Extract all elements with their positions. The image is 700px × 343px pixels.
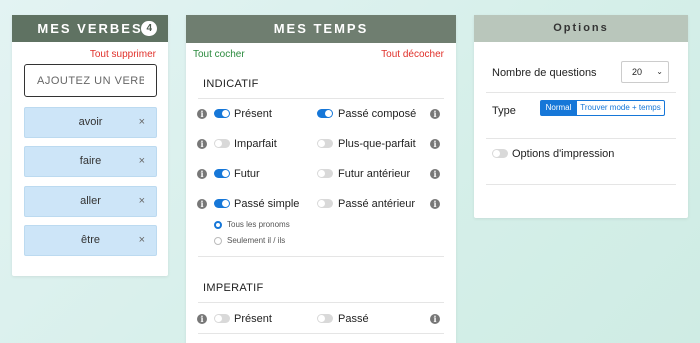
info-icon[interactable]: i	[430, 314, 440, 324]
info-icon[interactable]: i	[430, 139, 440, 149]
verb-label: avoir	[78, 116, 103, 128]
tense-label: Passé	[338, 313, 369, 325]
indicatif-section-title: INDICATIF	[203, 78, 259, 90]
divider	[486, 92, 676, 93]
remove-verb-icon[interactable]: ×	[139, 187, 145, 216]
info-icon[interactable]: i	[430, 199, 440, 209]
chevron-down-icon: ⌄	[656, 67, 663, 76]
imperatif-section-title: IMPERATIF	[203, 282, 264, 294]
info-icon[interactable]: i	[197, 199, 207, 209]
type-normal-button[interactable]: Normal	[540, 100, 577, 116]
radio-label: Seulement il / ils	[227, 236, 286, 245]
verb-count-badge: 4	[141, 21, 157, 36]
toggle-imperatif-passe[interactable]	[317, 314, 333, 323]
remove-verb-icon[interactable]: ×	[139, 147, 145, 176]
verb-label: aller	[80, 195, 101, 207]
type-label: Type	[492, 105, 516, 117]
verbs-header: MES VERBES 4	[12, 15, 168, 42]
verbs-title: MES VERBES	[37, 21, 143, 36]
info-icon[interactable]: i	[197, 169, 207, 179]
options-header: Options	[474, 15, 688, 42]
toggle-passe-anterieur[interactable]	[317, 199, 333, 208]
remove-verb-icon[interactable]: ×	[139, 108, 145, 137]
verb-chip: faire ×	[24, 146, 157, 177]
tense-label: Passé antérieur	[338, 198, 416, 210]
radio-il-ils-only[interactable]	[214, 237, 222, 245]
divider	[198, 302, 444, 303]
verb-chip: avoir ×	[24, 107, 157, 138]
tense-label: Passé composé	[338, 108, 417, 120]
toggle-present[interactable]	[214, 109, 230, 118]
info-icon[interactable]: i	[430, 109, 440, 119]
info-icon[interactable]: i	[430, 169, 440, 179]
toggle-futur[interactable]	[214, 169, 230, 178]
info-icon[interactable]: i	[197, 139, 207, 149]
uncheck-all-link[interactable]: Tout décocher	[381, 49, 444, 60]
options-panel: Options Nombre de questions 20 ⌄ Type No…	[474, 15, 688, 218]
toggle-imperatif-present[interactable]	[214, 314, 230, 323]
type-find-mode-button[interactable]: Trouver mode + temps	[576, 100, 665, 116]
toggle-futur-anterieur[interactable]	[317, 169, 333, 178]
info-icon[interactable]: i	[197, 109, 207, 119]
clear-all-verbs-link[interactable]: Tout supprimer	[90, 49, 156, 60]
questions-select[interactable]: 20 ⌄	[621, 61, 669, 83]
check-all-link[interactable]: Tout cocher	[193, 49, 245, 60]
verb-chip: être ×	[24, 225, 157, 256]
verb-label: être	[81, 234, 100, 246]
questions-value: 20	[632, 67, 643, 77]
verb-chip: aller ×	[24, 186, 157, 217]
tense-label: Présent	[234, 108, 272, 120]
toggle-print-options[interactable]	[492, 149, 508, 158]
tense-label: Imparfait	[234, 138, 277, 150]
toggle-imparfait[interactable]	[214, 139, 230, 148]
divider	[198, 256, 444, 257]
radio-label: Tous les pronoms	[227, 220, 290, 229]
tense-label: Plus-que-parfait	[338, 138, 416, 150]
toggle-passe-simple[interactable]	[214, 199, 230, 208]
questions-label: Nombre de questions	[492, 67, 597, 79]
remove-verb-icon[interactable]: ×	[139, 226, 145, 255]
info-icon[interactable]: i	[197, 314, 207, 324]
add-verb-input[interactable]	[24, 64, 157, 97]
verb-label: faire	[79, 155, 102, 167]
tenses-panel: MES TEMPS Tout cocher Tout décocher INDI…	[186, 15, 456, 343]
tense-label: Présent	[234, 313, 272, 325]
tense-label: Passé simple	[234, 198, 300, 210]
tenses-header: MES TEMPS	[186, 15, 456, 43]
verbs-panel: MES VERBES 4 Tout supprimer avoir × fair…	[12, 15, 168, 276]
divider	[198, 333, 444, 334]
toggle-plus-que-parfait[interactable]	[317, 139, 333, 148]
tense-label: Futur antérieur	[338, 168, 411, 180]
print-options-label: Options d'impression	[512, 148, 615, 160]
radio-all-pronouns[interactable]	[214, 221, 222, 229]
divider	[486, 184, 676, 185]
divider	[486, 138, 676, 139]
divider	[198, 98, 444, 99]
toggle-passe-compose[interactable]	[317, 109, 333, 118]
tense-label: Futur	[234, 168, 260, 180]
